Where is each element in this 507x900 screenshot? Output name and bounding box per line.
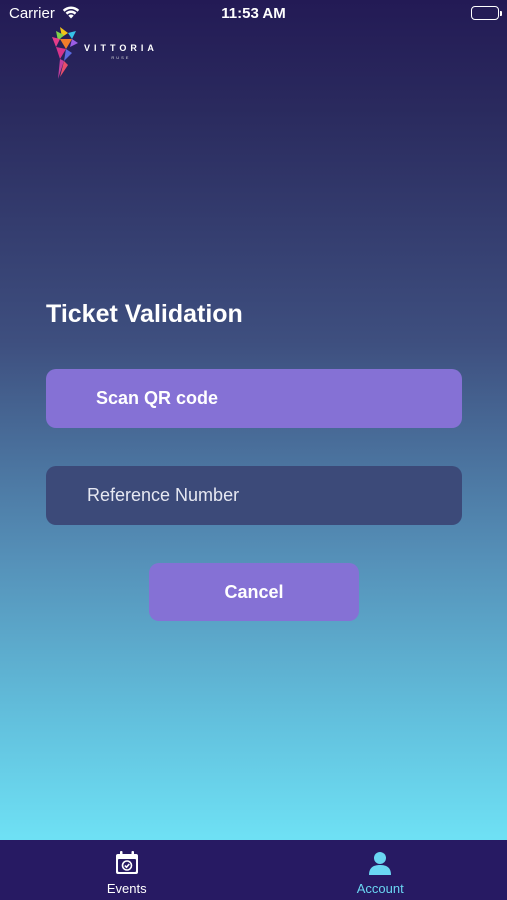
brand-logo: VITTORIA RUSE [50, 25, 158, 81]
page-title: Ticket Validation [46, 300, 243, 328]
scan-qr-button[interactable]: Scan QR code [46, 369, 462, 428]
tab-events-label: Events [106, 881, 147, 896]
clock: 11:53 AM [221, 5, 286, 22]
battery-icon [471, 6, 502, 20]
tab-bar: Events Account [0, 840, 507, 900]
tab-events[interactable]: Events [0, 840, 254, 900]
tab-account-label: Account [356, 881, 404, 896]
calendar-check-icon [115, 851, 138, 874]
person-icon [369, 852, 392, 875]
reference-number-input[interactable] [46, 466, 462, 525]
logo-title: VITTORIA [84, 42, 158, 53]
status-bar: Carrier 11:53 AM [0, 0, 507, 28]
cancel-button[interactable]: Cancel [149, 563, 359, 621]
tab-account[interactable]: Account [254, 840, 507, 900]
logo-subtitle: RUSE [111, 54, 131, 60]
bird-logo-icon [52, 27, 78, 79]
